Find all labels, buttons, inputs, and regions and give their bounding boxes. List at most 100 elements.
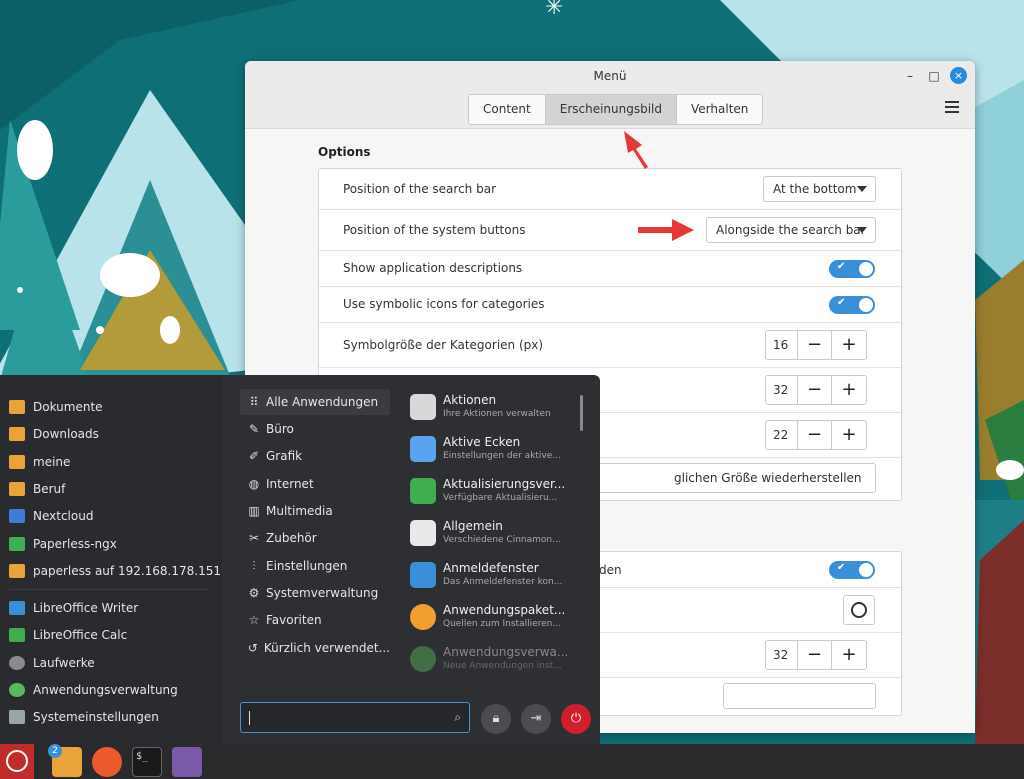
spinner-value[interactable]: 22 [766, 421, 798, 449]
actions-icon [410, 394, 436, 420]
category-internet[interactable]: ◍ Internet [240, 471, 390, 497]
text-entry-field[interactable] [723, 683, 876, 709]
app-item-anwendungsverwaltung[interactable]: Anwendungsverwa... Neue Anwendungen inst.… [410, 643, 580, 677]
minimize-button[interactable]: – [902, 68, 918, 84]
software-manager-icon [410, 646, 436, 672]
place-item-network-share[interactable]: paperless auf 192.168.178.151 [9, 561, 221, 581]
folder-icon [9, 482, 25, 496]
increment-button[interactable]: + [832, 421, 866, 449]
spinner-value[interactable]: 16 [766, 331, 798, 359]
icon-size-spinner-4[interactable]: 32 − + [765, 640, 867, 670]
maximize-button[interactable]: □ [926, 68, 942, 84]
place-item-downloads[interactable]: Downloads [9, 424, 99, 444]
decrement-button[interactable]: − [798, 641, 832, 669]
reset-size-button[interactable]: glichen Größe wiederherstellen [597, 463, 876, 493]
category-icon-size-spinner[interactable]: 16 − + [765, 330, 867, 360]
favorite-anwendungsverwaltung[interactable]: Anwendungsverwaltung [9, 680, 178, 700]
shutdown-button[interactable]: ⏻ [561, 704, 591, 734]
category-kuerzlich[interactable]: ↺ Kürzlich verwendet... [240, 635, 390, 661]
second-toggle[interactable]: ✔ [829, 561, 875, 579]
icon-size-spinner-2[interactable]: 32 − + [765, 375, 867, 405]
app-item-aktualisierungsverwaltung[interactable]: Aktualisierungsver... Verfügbare Aktualis… [410, 475, 580, 509]
menu-button[interactable] [0, 744, 34, 779]
writer-icon [9, 601, 25, 615]
decrement-button[interactable]: − [798, 376, 832, 404]
taskbar-firefox-icon[interactable] [92, 747, 122, 777]
app-item-aktionen[interactable]: Aktionen Ihre Aktionen verwalten [410, 391, 580, 425]
category-buero[interactable]: ✎ Büro [240, 416, 390, 442]
place-item-beruf[interactable]: Beruf [9, 479, 65, 499]
increment-button[interactable]: + [832, 641, 866, 669]
menu-search-input[interactable]: ⌕ [240, 702, 470, 733]
increment-button[interactable]: + [832, 376, 866, 404]
favorite-systemeinstellungen[interactable]: Systemeinstellungen [9, 707, 159, 727]
hot-corners-icon [410, 436, 436, 462]
folder-icon [9, 537, 25, 551]
system-buttons-position-row: Position of the system buttons Alongside… [319, 210, 901, 251]
show-descriptions-toggle[interactable]: ✔ [829, 260, 875, 278]
software-manager-icon [9, 683, 25, 697]
search-bar-position-row: Position of the search bar At the bottom [319, 169, 901, 210]
tab-appearance[interactable]: Erscheinungsbild [545, 95, 678, 124]
spinner-value[interactable]: 32 [766, 376, 798, 404]
place-item-dokumente[interactable]: Dokumente [9, 397, 103, 417]
increment-button[interactable]: + [832, 331, 866, 359]
symbolic-icons-toggle[interactable]: ✔ [829, 296, 875, 314]
taskbar-app-grid-icon[interactable] [172, 747, 202, 777]
place-item-nextcloud[interactable]: Nextcloud [9, 506, 93, 526]
system-buttons-position-dropdown[interactable]: Alongside the search bar [706, 217, 876, 243]
search-bar-position-dropdown[interactable]: At the bottom [763, 176, 876, 202]
app-list-scrollbar[interactable] [580, 395, 583, 431]
category-grafik[interactable]: ✐ Grafik [240, 443, 390, 469]
icon-size-spinner-3[interactable]: 22 − + [765, 420, 867, 450]
place-item-paperless-ngx[interactable]: Paperless-ngx [9, 534, 117, 554]
app-item-allgemein[interactable]: Allgemein Verschiedene Cinnamon... [410, 517, 580, 551]
place-item-meine[interactable]: meine [9, 452, 70, 472]
lock-screen-button[interactable]: 🔒︎ [481, 704, 511, 734]
search-icon: ⌕ [454, 710, 461, 724]
decrement-button[interactable]: − [798, 421, 832, 449]
notification-badge: 2 [48, 744, 62, 758]
favorite-laufwerke[interactable]: Laufwerke [9, 653, 95, 673]
tab-bar: Content Erscheinungsbild Verhalten [468, 94, 764, 125]
close-icon: × [953, 69, 964, 82]
category-zubehoer[interactable]: ✂ Zubehör [240, 525, 390, 551]
app-item-anmeldefenster[interactable]: Anmeldefenster Das Anmeldefenster kon... [410, 559, 580, 593]
category-multimedia[interactable]: ▥ Multimedia [240, 498, 390, 524]
places-panel: Dokumente Downloads meine Beruf Nextclou… [0, 375, 222, 744]
logout-button[interactable]: ⇥ [521, 704, 551, 734]
decrement-button[interactable]: − [798, 331, 832, 359]
favorite-libreoffice-calc[interactable]: LibreOffice Calc [9, 625, 127, 645]
system-buttons-position-label: Position of the system buttons [343, 223, 526, 237]
close-button[interactable]: × [950, 67, 967, 84]
symbolic-icons-label: Use symbolic icons for categories [343, 297, 545, 311]
search-bar-position-label: Position of the search bar [343, 182, 497, 196]
tab-content[interactable]: Content [469, 95, 546, 124]
category-alle-anwendungen[interactable]: ⠿ Alle Anwendungen [240, 389, 390, 415]
app-item-anwendungspaketquellen[interactable]: Anwendungspaket... Quellen zum Installier… [410, 601, 580, 635]
category-favoriten[interactable]: ☆ Favoriten [240, 607, 390, 633]
mint-logo-icon [6, 750, 28, 772]
category-icon-size-label: Symbolgröße der Kategorien (px) [343, 338, 544, 352]
graphics-icon: ✐ [248, 449, 260, 463]
history-icon: ↺ [247, 641, 258, 655]
category-systemverwaltung[interactable]: ⚙ Systemverwaltung [240, 580, 390, 606]
menu-icon-button[interactable] [843, 595, 875, 625]
spinner-value[interactable]: 32 [766, 641, 798, 669]
tab-behavior[interactable]: Verhalten [677, 95, 762, 124]
update-manager-icon [410, 478, 436, 504]
favorite-libreoffice-writer[interactable]: LibreOffice Writer [9, 598, 138, 618]
taskbar: 2 $_ [0, 744, 1024, 779]
dropdown-arrow-icon [857, 227, 867, 233]
star-icon: ☆ [248, 613, 260, 627]
app-item-aktive-ecken[interactable]: Aktive Ecken Einstellungen der aktive... [410, 433, 580, 467]
annotation-arrow-right [638, 219, 694, 241]
category-einstellungen[interactable]: ⫶ Einstellungen [240, 553, 390, 579]
hamburger-menu-icon[interactable] [945, 101, 959, 116]
folder-icon [9, 509, 25, 523]
taskbar-terminal-icon[interactable]: $_ [132, 747, 162, 777]
gear-icon: ⚙ [248, 586, 260, 600]
folder-download-icon [9, 427, 25, 441]
general-settings-icon [410, 520, 436, 546]
start-menu: Dokumente Downloads meine Beruf Nextclou… [0, 375, 600, 744]
